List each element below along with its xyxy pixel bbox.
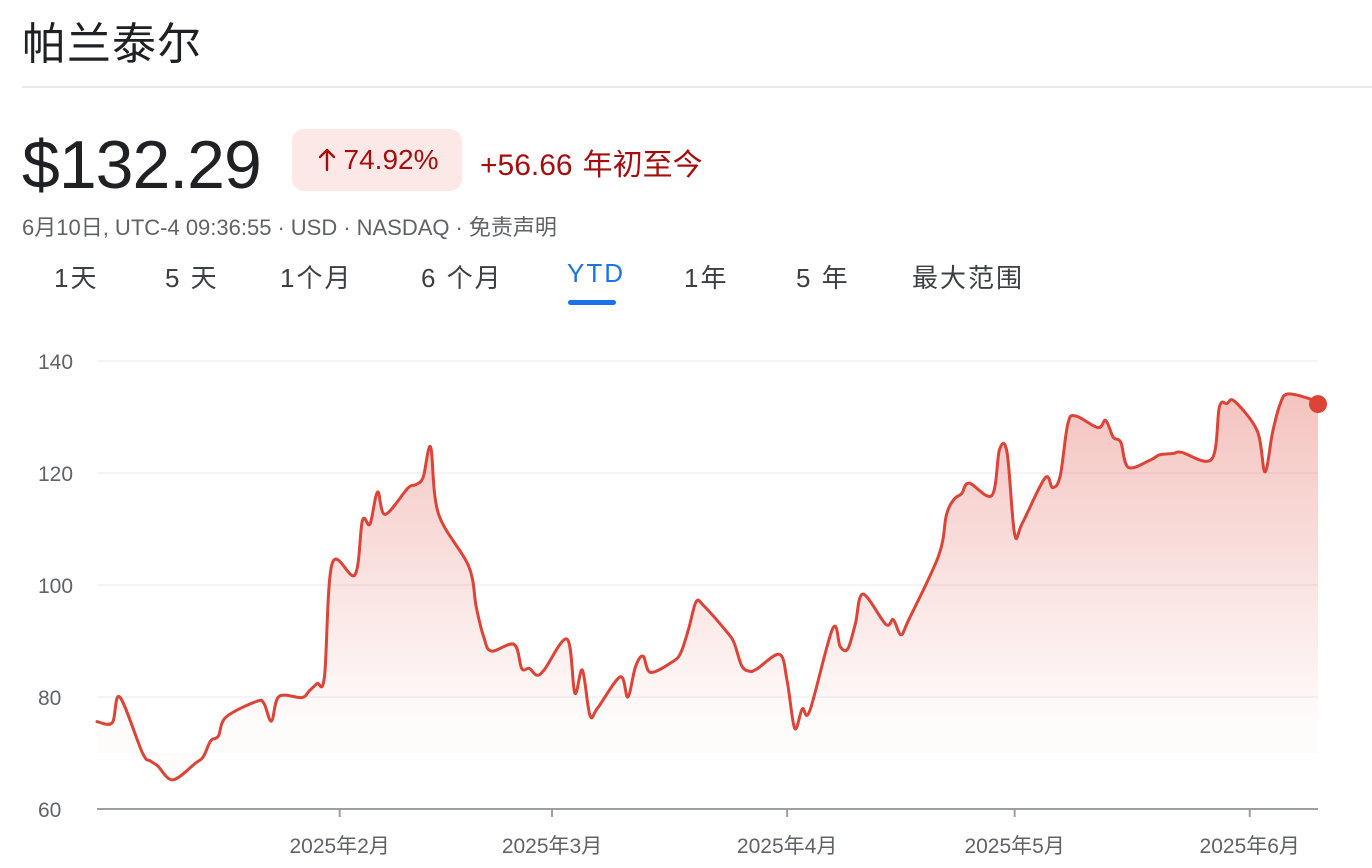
percent-change-value: 74.92% — [343, 144, 439, 175]
y-tick-label: 80 — [38, 687, 61, 710]
price-area-fill — [97, 393, 1318, 780]
quote-timestamp: 6月10日, UTC-4 09:36:55 — [22, 215, 272, 240]
price-chart[interactable]: 60 80 100 120 140 2025年2月 2025年3月 2025年4月 2025年5… — [0, 330, 1372, 868]
y-tick-label: 140 — [38, 351, 73, 374]
tab-5y[interactable]: 5 年 — [796, 258, 850, 295]
meta-separator: · — [455, 215, 463, 240]
header-divider — [22, 86, 1372, 88]
percent-change-badge: 74.92% — [292, 129, 462, 191]
tab-ytd[interactable]: YTD — [567, 258, 625, 289]
tab-1m[interactable]: 1个月 — [280, 258, 352, 295]
range-tabs: 1天 5 天 1个月 6 个月 YTD 1年 5 年 最大范围 — [0, 258, 1100, 308]
meta-separator: · — [343, 215, 351, 240]
disclaimer-link[interactable]: 免责声明 — [469, 215, 557, 240]
tab-1d[interactable]: 1天 — [54, 258, 98, 295]
current-price-marker — [1309, 395, 1327, 414]
tab-1y[interactable]: 1年 — [684, 258, 728, 295]
meta-separator: · — [277, 215, 285, 240]
period-label: 年初至今 — [582, 149, 703, 182]
quote-currency: USD — [290, 215, 338, 240]
current-price: $132.29 — [22, 127, 262, 203]
y-tick-label: 100 — [38, 575, 73, 598]
x-tick-label: 2025年6月 — [1200, 835, 1300, 858]
y-tick-label: 60 — [38, 799, 61, 822]
tab-5d[interactable]: 5 天 — [165, 258, 219, 295]
tab-max[interactable]: 最大范围 — [912, 258, 1024, 295]
quote-exchange: NASDAQ — [356, 215, 450, 240]
active-tab-indicator — [568, 300, 616, 305]
x-tick-label: 2025年2月 — [289, 835, 389, 858]
absolute-change: +56.66 年初至今 — [480, 140, 703, 184]
arrow-up-icon — [318, 148, 335, 172]
y-tick-label: 120 — [38, 463, 73, 486]
x-tick-label: 2025年4月 — [737, 835, 837, 858]
absolute-change-value: +56.66 — [480, 149, 573, 182]
page-title: 帕兰泰尔 — [22, 20, 202, 69]
quote-meta: 6月10日, UTC-4 09:36:55 · USD · NASDAQ · 免责声明 — [22, 210, 557, 242]
x-tick-label: 2025年5月 — [964, 835, 1064, 858]
x-tick-label: 2025年3月 — [502, 835, 602, 858]
tab-6m[interactable]: 6 个月 — [421, 258, 503, 295]
